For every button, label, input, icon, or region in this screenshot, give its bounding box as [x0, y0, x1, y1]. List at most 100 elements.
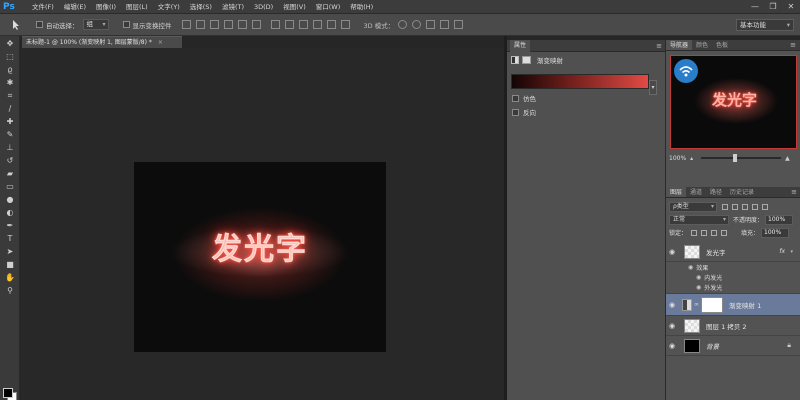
- 3d-slide-icon[interactable]: [440, 20, 450, 29]
- fx-icon[interactable]: fx: [779, 248, 785, 255]
- quick-select-tool-icon[interactable]: ✱: [4, 78, 16, 88]
- menu-filter[interactable]: 滤镜(T): [217, 0, 249, 14]
- lock-all-icon[interactable]: [721, 229, 728, 236]
- tab-channels[interactable]: 通道: [686, 187, 706, 197]
- visibility-eye-icon[interactable]: ◉: [666, 322, 678, 330]
- menu-select[interactable]: 选择(S): [185, 0, 217, 14]
- align-top-icon[interactable]: [181, 20, 191, 29]
- visibility-eye-icon[interactable]: ◉: [666, 342, 678, 350]
- filter-smart-icon[interactable]: [762, 203, 768, 210]
- layer-row-gradient-map[interactable]: ◉ ∞ 渐变映射 1: [666, 294, 800, 316]
- distribute-bottom-icon[interactable]: [298, 20, 308, 29]
- properties-tab[interactable]: 属性: [510, 39, 531, 52]
- 3d-scale-icon[interactable]: [454, 20, 464, 29]
- mask-thumbnail[interactable]: [701, 296, 723, 313]
- opacity-field[interactable]: 100%: [765, 214, 794, 225]
- filter-adjustment-icon[interactable]: [732, 203, 738, 210]
- effects-eye-icon[interactable]: ◉: [688, 264, 693, 271]
- blur-tool-icon[interactable]: ●: [4, 195, 16, 205]
- filter-type-icon[interactable]: [742, 203, 748, 210]
- hand-tool-icon[interactable]: ✋: [4, 273, 16, 283]
- menu-image[interactable]: 图像(I): [91, 0, 121, 14]
- eyedropper-tool-icon[interactable]: ∕: [4, 104, 16, 114]
- history-brush-tool-icon[interactable]: ↺: [4, 156, 16, 166]
- tab-color[interactable]: 颜色: [692, 40, 712, 50]
- effects-group[interactable]: ◉ 效果: [666, 262, 800, 272]
- menu-file[interactable]: 文件(F): [27, 0, 59, 14]
- close-button[interactable]: ✕: [786, 2, 796, 12]
- clone-stamp-tool-icon[interactable]: ⊥: [4, 143, 16, 153]
- distribute-right-icon[interactable]: [340, 20, 350, 29]
- zoom-tool-icon[interactable]: ⚲: [4, 286, 16, 296]
- zoom-slider-knob[interactable]: [733, 154, 738, 162]
- distribute-left-icon[interactable]: [312, 20, 322, 29]
- document-close-icon[interactable]: ×: [158, 39, 163, 46]
- distribute-hcenter-icon[interactable]: [326, 20, 336, 29]
- align-middle-icon[interactable]: [195, 20, 205, 29]
- move-tool-icon[interactable]: ✥: [4, 39, 16, 49]
- navigator-preview[interactable]: 发光字: [670, 55, 797, 149]
- type-tool-icon[interactable]: T: [4, 234, 16, 244]
- filter-kind-dropdown[interactable]: ρ类型: [669, 201, 717, 212]
- document-canvas[interactable]: 发光字: [134, 162, 386, 352]
- layers-menu-icon[interactable]: ≡: [791, 187, 797, 198]
- gradient-dropdown-arrow[interactable]: ▾: [649, 80, 657, 95]
- 3d-rotate-icon[interactable]: [398, 20, 408, 29]
- tab-swatches[interactable]: 色板: [712, 40, 732, 50]
- gradient-tool-icon[interactable]: ▭: [4, 182, 16, 192]
- menu-help[interactable]: 帮助(H): [345, 0, 378, 14]
- tab-paths[interactable]: 路径: [706, 187, 726, 197]
- align-right-icon[interactable]: [251, 20, 261, 29]
- brush-tool-icon[interactable]: ✎: [4, 130, 16, 140]
- dither-checkbox[interactable]: [512, 94, 519, 102]
- menu-layer[interactable]: 图层(L): [121, 0, 153, 14]
- visibility-eye-icon[interactable]: ◉: [666, 248, 678, 256]
- filter-pixel-icon[interactable]: [722, 203, 728, 210]
- navigator-menu-icon[interactable]: ≡: [790, 40, 796, 51]
- zoom-percent[interactable]: 100%: [669, 155, 686, 162]
- align-left-icon[interactable]: [223, 20, 233, 29]
- menu-window[interactable]: 窗口(W): [311, 0, 346, 14]
- filter-shape-icon[interactable]: [752, 203, 758, 210]
- gradient-preview[interactable]: [511, 74, 649, 89]
- distribute-top-icon[interactable]: [270, 20, 280, 29]
- healing-brush-tool-icon[interactable]: ✚: [4, 117, 16, 127]
- align-center-icon[interactable]: [237, 20, 247, 29]
- lock-image-icon[interactable]: [701, 229, 708, 236]
- reverse-checkbox[interactable]: [512, 108, 519, 116]
- foreground-color-swatch[interactable]: [3, 388, 13, 398]
- gradient-map-icon[interactable]: [511, 56, 519, 64]
- auto-select-dropdown[interactable]: 组: [82, 19, 109, 30]
- menu-type[interactable]: 文字(Y): [153, 0, 185, 14]
- menu-3d[interactable]: 3D(D): [249, 0, 278, 14]
- zoom-in-icon[interactable]: ▲: [785, 155, 790, 162]
- effect-inner-glow[interactable]: ◉ 内发光: [666, 272, 800, 282]
- tab-navigator[interactable]: 导航器: [666, 40, 693, 50]
- fill-field[interactable]: 100%: [761, 227, 790, 238]
- tab-history[interactable]: 历史记录: [726, 187, 758, 197]
- auto-select-checkbox[interactable]: [36, 21, 43, 28]
- link-chain-icon[interactable]: ∞: [694, 301, 699, 308]
- lock-transparent-icon[interactable]: [691, 229, 698, 236]
- layer-row-copy[interactable]: ◉ 图层 1 拷贝 2: [666, 316, 800, 336]
- outer-glow-eye-icon[interactable]: ◉: [696, 284, 701, 291]
- marquee-tool-icon[interactable]: ⬚: [4, 52, 16, 62]
- align-bottom-icon[interactable]: [209, 20, 219, 29]
- panel-menu-icon[interactable]: ≡: [656, 42, 662, 50]
- dither-option[interactable]: 仿色: [512, 93, 665, 103]
- crop-tool-icon[interactable]: ⌗: [4, 91, 16, 101]
- reverse-option[interactable]: 反向: [512, 107, 665, 117]
- distribute-vcenter-icon[interactable]: [284, 20, 294, 29]
- pen-tool-icon[interactable]: ✒: [4, 221, 16, 231]
- menu-view[interactable]: 视图(V): [278, 0, 311, 14]
- path-select-tool-icon[interactable]: ➤: [4, 247, 16, 257]
- expand-effects-icon[interactable]: ▾: [790, 249, 793, 255]
- menu-edit[interactable]: 编辑(E): [59, 0, 91, 14]
- tab-layers[interactable]: 图层: [666, 187, 687, 197]
- inner-glow-eye-icon[interactable]: ◉: [696, 274, 701, 281]
- 3d-pan-icon[interactable]: [426, 20, 436, 29]
- visibility-eye-icon[interactable]: ◉: [666, 301, 678, 309]
- zoom-slider[interactable]: [701, 154, 782, 162]
- lock-position-icon[interactable]: [711, 229, 718, 236]
- dodge-tool-icon[interactable]: ◐: [4, 208, 16, 218]
